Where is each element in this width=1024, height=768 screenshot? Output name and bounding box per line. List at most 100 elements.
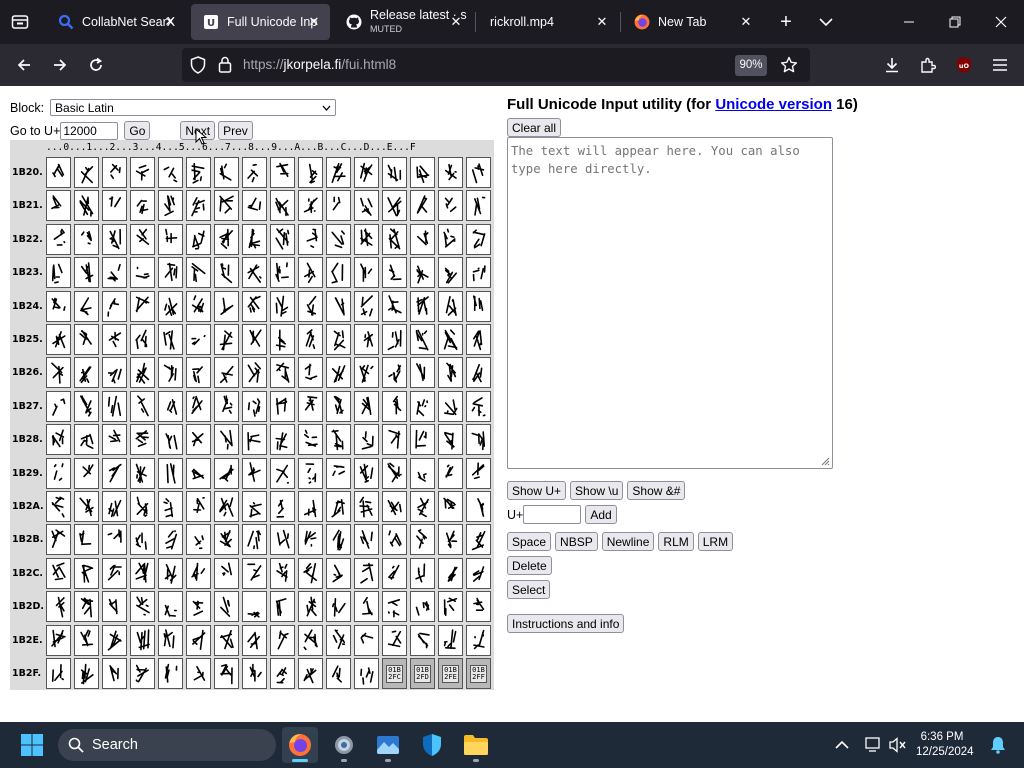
character-cell[interactable]	[326, 223, 351, 255]
character-cell[interactable]	[74, 457, 99, 489]
character-cell[interactable]	[270, 290, 295, 322]
firefox-view-button[interactable]	[0, 0, 40, 44]
character-cell[interactable]	[382, 557, 407, 589]
character-cell[interactable]	[186, 524, 211, 556]
taskbar-photos[interactable]	[370, 727, 406, 763]
character-cell[interactable]	[466, 624, 491, 656]
restore-button[interactable]	[932, 0, 978, 44]
character-cell[interactable]	[410, 223, 435, 255]
character-cell[interactable]	[214, 624, 239, 656]
character-cell[interactable]	[382, 491, 407, 522]
character-cell[interactable]	[214, 457, 239, 489]
character-cell[interactable]	[298, 190, 323, 222]
character-cell[interactable]	[102, 424, 127, 456]
tab-collabnet-searx[interactable]: CollabNet SearX ✕	[46, 4, 186, 40]
character-cell[interactable]	[298, 223, 323, 255]
character-cell[interactable]	[270, 424, 295, 456]
character-cell[interactable]	[270, 524, 295, 556]
character-cell[interactable]	[186, 624, 211, 656]
character-cell[interactable]	[102, 257, 127, 289]
character-cell[interactable]	[242, 223, 267, 255]
character-cell[interactable]	[326, 491, 351, 522]
url-bar[interactable]: https://jkorpela.fi/fui.html8 90%	[182, 48, 810, 82]
taskbar-settings[interactable]	[326, 727, 362, 763]
goto-codepoint-input[interactable]: 12000	[60, 121, 119, 140]
character-cell[interactable]	[46, 324, 71, 355]
character-cell[interactable]	[74, 557, 99, 589]
character-cell[interactable]	[186, 491, 211, 522]
character-cell[interactable]	[438, 424, 463, 456]
forward-button[interactable]	[44, 49, 76, 81]
character-cell[interactable]	[74, 591, 99, 623]
character-cell[interactable]	[270, 624, 295, 656]
character-cell[interactable]	[438, 457, 463, 489]
character-cell[interactable]	[242, 457, 267, 489]
character-cell[interactable]	[410, 624, 435, 656]
character-cell[interactable]	[410, 257, 435, 289]
character-cell[interactable]	[74, 658, 99, 689]
character-cell[interactable]	[214, 357, 239, 389]
taskbar-firefox[interactable]	[282, 727, 318, 763]
character-cell[interactable]	[270, 257, 295, 289]
character-cell[interactable]	[466, 290, 491, 322]
character-cell[interactable]	[186, 357, 211, 389]
character-cell[interactable]	[270, 457, 295, 489]
character-cell[interactable]	[214, 290, 239, 322]
character-cell[interactable]	[46, 491, 71, 522]
character-cell[interactable]	[354, 658, 379, 689]
character-cell[interactable]	[74, 190, 99, 222]
character-cell[interactable]	[270, 324, 295, 355]
character-cell[interactable]	[158, 658, 183, 689]
character-cell[interactable]	[158, 157, 183, 188]
character-cell[interactable]	[74, 157, 99, 188]
character-cell[interactable]	[214, 390, 239, 422]
character-cell[interactable]	[130, 557, 155, 589]
character-cell[interactable]	[186, 424, 211, 456]
character-cell[interactable]	[298, 624, 323, 656]
character-cell[interactable]	[186, 457, 211, 489]
character-cell[interactable]	[326, 591, 351, 623]
character-cell[interactable]	[466, 591, 491, 623]
character-cell[interactable]	[186, 557, 211, 589]
character-cell[interactable]	[326, 457, 351, 489]
character-cell[interactable]	[326, 190, 351, 222]
character-cell[interactable]	[354, 357, 379, 389]
close-tab-icon[interactable]: ✕	[306, 14, 322, 30]
character-cell[interactable]	[46, 524, 71, 556]
character-cell[interactable]	[326, 157, 351, 188]
character-cell[interactable]	[382, 290, 407, 322]
character-cell[interactable]	[326, 557, 351, 589]
instructions-button[interactable]: Instructions and info	[507, 614, 625, 633]
character-cell[interactable]	[410, 324, 435, 355]
character-cell[interactable]	[74, 324, 99, 355]
character-cell[interactable]	[46, 557, 71, 589]
character-cell[interactable]	[410, 357, 435, 389]
character-cell[interactable]	[242, 658, 267, 689]
character-cell[interactable]	[158, 624, 183, 656]
character-cell[interactable]	[354, 390, 379, 422]
character-cell[interactable]	[382, 357, 407, 389]
character-cell[interactable]	[410, 557, 435, 589]
character-cell[interactable]	[242, 157, 267, 188]
character-cell[interactable]	[354, 491, 379, 522]
character-cell[interactable]	[326, 324, 351, 355]
character-cell[interactable]	[130, 190, 155, 222]
character-cell[interactable]	[186, 157, 211, 188]
character-cell[interactable]	[438, 357, 463, 389]
character-cell[interactable]	[382, 624, 407, 656]
character-cell[interactable]	[382, 424, 407, 456]
character-cell[interactable]	[382, 324, 407, 355]
character-cell[interactable]	[270, 557, 295, 589]
character-cell[interactable]	[354, 591, 379, 623]
character-cell[interactable]	[410, 491, 435, 522]
character-cell[interactable]	[466, 223, 491, 255]
add-button[interactable]: Add	[585, 505, 617, 524]
character-cell[interactable]	[102, 390, 127, 422]
character-cell[interactable]	[214, 190, 239, 222]
close-tab-icon[interactable]: ✕	[738, 14, 754, 30]
extensions-button[interactable]	[912, 49, 944, 81]
character-cell[interactable]	[214, 524, 239, 556]
character-cell[interactable]	[326, 257, 351, 289]
character-cell[interactable]	[326, 524, 351, 556]
unicode-version-link[interactable]: Unicode version	[715, 96, 832, 113]
